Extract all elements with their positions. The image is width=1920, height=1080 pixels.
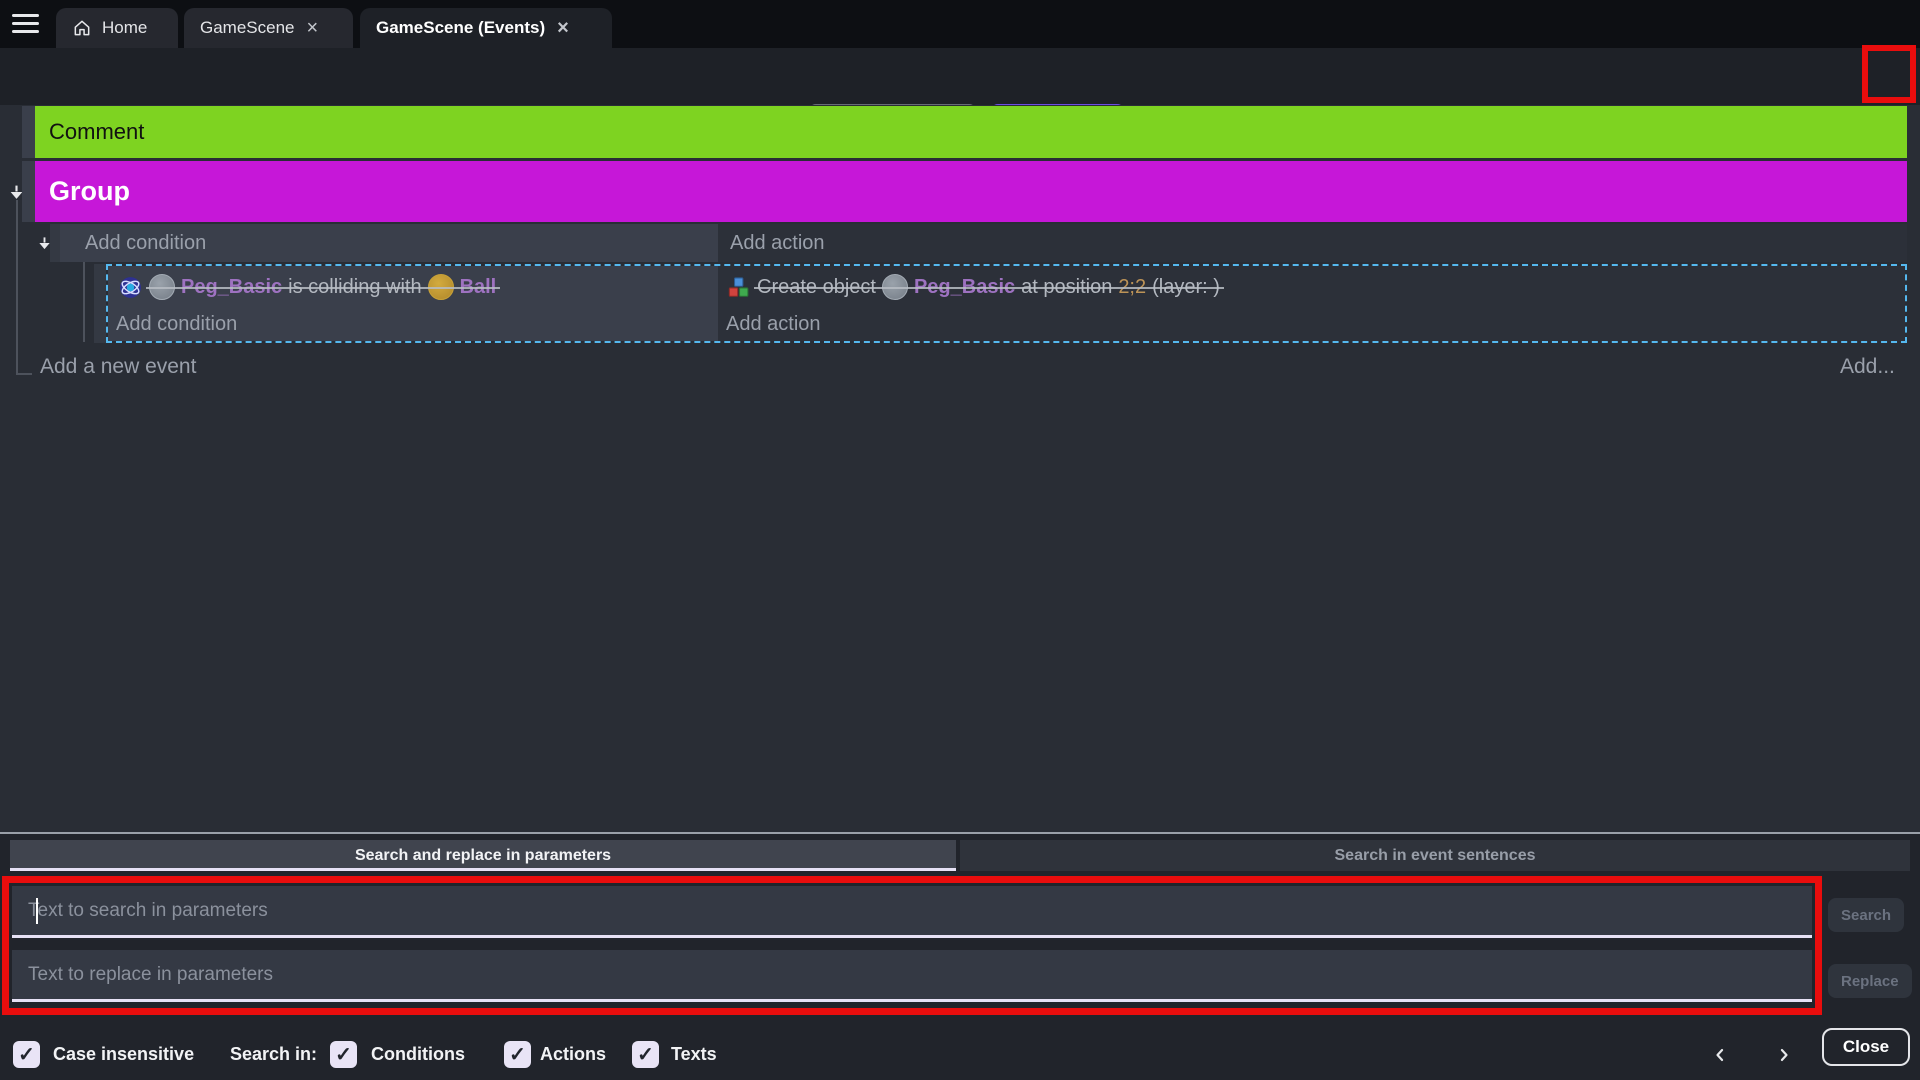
disabled-strikethrough (146, 287, 500, 289)
condition-sentence[interactable]: Peg_Basic is colliding with Ball (118, 271, 496, 303)
comment-event[interactable]: Comment (35, 106, 1907, 158)
physics-behavior-icon (118, 275, 143, 300)
tab-home-label: Home (102, 18, 147, 38)
checkbox-actions[interactable]: ✓ (504, 1041, 531, 1068)
check-icon: ✓ (335, 1045, 352, 1065)
previous-result-button[interactable] (1708, 1043, 1732, 1067)
add-action-link[interactable]: Add action (726, 313, 1905, 336)
home-icon (72, 18, 92, 38)
chevron-right-icon (1774, 1045, 1794, 1065)
check-icon: ✓ (18, 1045, 35, 1065)
tree-guide-line (16, 200, 18, 375)
event-conditions-column: Add condition (60, 224, 718, 262)
search-input-field (12, 886, 1812, 935)
tree-guide-line (83, 262, 85, 342)
check-icon: ✓ (637, 1045, 654, 1065)
group-title: Group (49, 176, 130, 207)
comment-text: Comment (49, 119, 144, 145)
selected-event-actions-column: Create object Peg_Basic at position 2;2 … (718, 266, 1905, 341)
tab-search-replace-parameters-label: Search and replace in parameters (355, 847, 611, 865)
toolbar: Preview Publish (0, 48, 1920, 105)
tab-search-event-sentences-label: Search in event sentences (1335, 847, 1536, 865)
checkbox-texts[interactable]: ✓ (632, 1041, 659, 1068)
create-object-icon (726, 275, 751, 300)
replace-input-underline (12, 999, 1812, 1002)
text-caret (36, 898, 38, 924)
disabled-strikethrough (754, 287, 1224, 289)
case-insensitive-label: Case insensitive (53, 1044, 194, 1065)
tree-guide-line (16, 373, 32, 375)
selected-event-conditions-column: Peg_Basic is colliding with Ball Add con… (108, 266, 718, 341)
selected-event[interactable]: Peg_Basic is colliding with Ball Add con… (106, 264, 1907, 343)
replace-input-field (12, 950, 1812, 999)
checkbox-conditions[interactable]: ✓ (330, 1041, 357, 1068)
add-button-truncated[interactable]: Add... (1840, 355, 1907, 379)
comment-drag-handle[interactable] (22, 106, 35, 158)
replace-submit-button[interactable]: Replace (1828, 964, 1912, 998)
subevent-drag-handle[interactable] (94, 264, 106, 343)
event-drag-handle[interactable] (50, 224, 60, 262)
tab-gamescene-events-label: GameScene (Events) (376, 18, 545, 38)
action-sentence[interactable]: Create object Peg_Basic at position 2;2 … (726, 271, 1220, 303)
active-tab-indicator (10, 868, 956, 871)
window-tab-bar: Home GameScene × GameScene (Events) × (0, 0, 1920, 48)
add-new-event-link[interactable]: Add a new event (40, 355, 196, 379)
events-sheet: Comment Group Add condition Add action P… (0, 105, 1920, 832)
close-tab-icon[interactable]: × (305, 18, 321, 38)
search-panel: Search and replace in parameters Search … (0, 832, 1920, 1080)
tab-gamescene-label: GameScene (200, 18, 295, 38)
conditions-label: Conditions (371, 1044, 465, 1065)
chevron-left-icon (1710, 1045, 1730, 1065)
add-action-link[interactable]: Add action (730, 232, 825, 255)
tab-search-replace-parameters[interactable]: Search and replace in parameters (10, 840, 956, 871)
search-input[interactable] (12, 886, 1812, 935)
next-result-button[interactable] (1772, 1043, 1796, 1067)
close-button[interactable]: Close (1822, 1028, 1910, 1066)
close-button-label: Close (1843, 1037, 1889, 1057)
search-submit-button[interactable]: Search (1828, 898, 1904, 932)
tab-gamescene[interactable]: GameScene × (184, 8, 353, 48)
search-in-label: Search in: (230, 1044, 317, 1065)
hamburger-menu-icon[interactable] (12, 14, 39, 34)
add-condition-link[interactable]: Add condition (85, 232, 206, 255)
search-input-underline (12, 935, 1812, 938)
tab-search-event-sentences[interactable]: Search in event sentences (960, 840, 1910, 871)
check-icon: ✓ (509, 1045, 526, 1065)
add-condition-link[interactable]: Add condition (116, 313, 718, 336)
replace-input[interactable] (12, 950, 1812, 999)
event-actions-column: Add action (718, 224, 1907, 262)
checkbox-case-insensitive[interactable]: ✓ (13, 1041, 40, 1068)
actions-label: Actions (540, 1044, 606, 1065)
group-drag-handle[interactable] (22, 161, 35, 222)
group-event[interactable]: Group (35, 161, 1907, 222)
texts-label: Texts (671, 1044, 717, 1065)
tab-gamescene-events[interactable]: GameScene (Events) × (360, 8, 612, 48)
annotation-search-icon-highlight (1862, 45, 1916, 103)
close-tab-icon[interactable]: × (555, 18, 571, 38)
tab-home[interactable]: Home (56, 8, 178, 48)
